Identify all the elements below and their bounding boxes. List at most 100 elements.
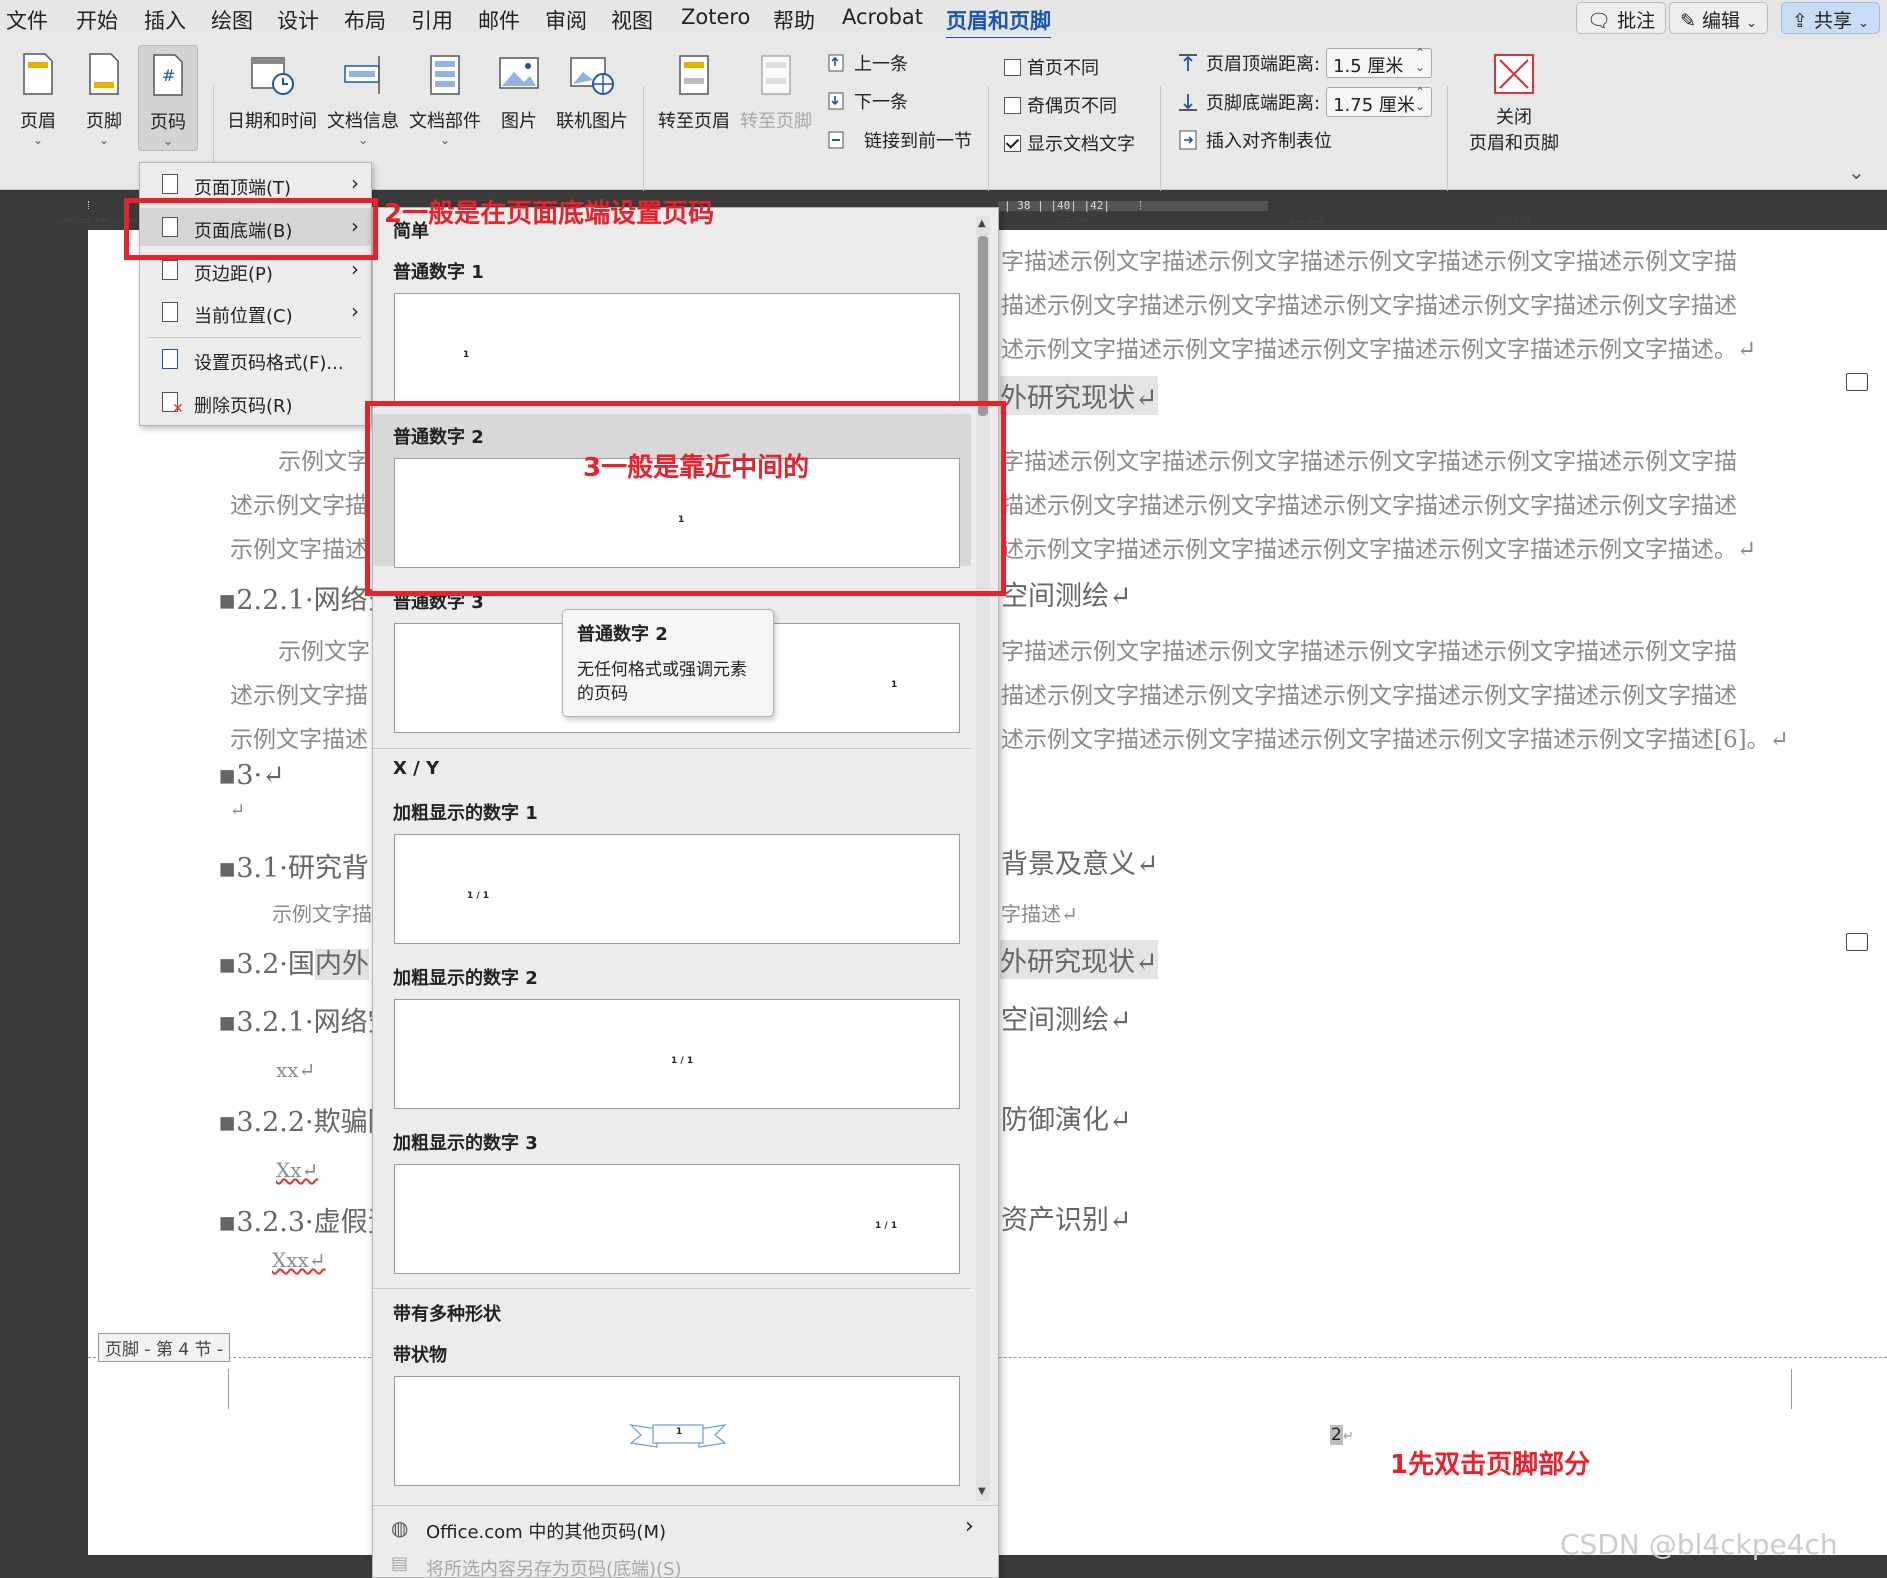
link-previous-label: 链接到前一节 <box>864 131 972 152</box>
gallery-item-bold-number-3[interactable]: 1 / 1 <box>394 1164 960 1274</box>
ribbon-collapse-chevron-icon[interactable]: ⌄ <box>1848 160 1865 184</box>
page-number-label: 页码 <box>150 112 186 133</box>
tab-insert[interactable]: 插入 <box>144 5 186 35</box>
heading-text: 空间测绘↵ <box>1001 1005 1132 1036</box>
body-text: 述示例文字描述示例文字描述示例文字描述示例文字描述示例文字描述。↵ <box>1001 337 1757 363</box>
chevron-right-icon: › <box>351 171 359 195</box>
edit-button[interactable]: ✎ 编辑 ⌄ <box>1669 2 1768 34</box>
close-header-footer-button[interactable]: 关闭 页眉和页脚 <box>1464 52 1564 155</box>
close-label-line2: 页眉和页脚 <box>1469 133 1559 154</box>
annotation-highlight-plain-number-2 <box>365 401 1006 596</box>
scroll-down-arrow-icon[interactable]: ▼ <box>978 1486 986 1497</box>
document-info-icon <box>344 56 380 94</box>
comment-icon: 🗨 <box>1587 10 1612 32</box>
current-position-icon <box>162 302 178 322</box>
insert-align-tab-button[interactable]: 插入对齐制表位 <box>1176 127 1332 153</box>
tab-draw[interactable]: 绘图 <box>211 5 253 35</box>
heading-text: 空间测绘↵ <box>1001 581 1132 612</box>
annotation-step-3: 3一般是靠近中间的 <box>583 453 810 483</box>
footer-distance-row: 页脚底端距离: 1.75 厘米 <box>1176 85 1433 117</box>
goto-footer-button: 转至页脚 <box>738 52 814 133</box>
menu-bar: 文件 开始 插入 绘图 设计 布局 引用 邮件 审阅 视图 Zotero 帮助 … <box>0 0 1887 40</box>
share-button[interactable]: ⇪ 共享 ⌄ <box>1781 2 1880 34</box>
comment-button[interactable]: 🗨 批注 <box>1576 2 1667 34</box>
tab-home[interactable]: 开始 <box>76 5 118 35</box>
save-gallery-icon: ▤ <box>391 1553 409 1574</box>
online-picture-button[interactable]: 联机图片 <box>554 52 630 133</box>
tab-mailings[interactable]: 邮件 <box>478 5 520 35</box>
tab-zotero[interactable]: Zotero <box>681 5 750 29</box>
page-number-icon: # <box>153 54 183 96</box>
chevron-down-icon: ⌄ <box>439 133 451 147</box>
gallery-item-bold-number-2[interactable]: 1 / 1 <box>394 999 960 1109</box>
show-doc-text-checkbox[interactable]: 显示文档文字 <box>1004 130 1135 156</box>
header-distance-icon <box>1179 54 1197 71</box>
gallery-divider <box>373 1288 971 1289</box>
save-selection-as-page-number: ▤ 将所选内容另存为页码(底端)(S) <box>391 1553 981 1578</box>
gallery-item-ribbon[interactable]: 1 <box>394 1376 960 1486</box>
header-label: 页眉 <box>20 111 56 132</box>
diff-first-page-checkbox[interactable]: 首页不同 <box>1004 54 1099 80</box>
body-text: 字描述↵ <box>1001 902 1078 926</box>
close-label-line1: 关闭 <box>1496 107 1532 128</box>
footer-section-tag: 页脚 - 第 4 节 - <box>98 1333 231 1362</box>
tab-file[interactable]: 文件 <box>6 5 48 35</box>
footer-margin-mark-right <box>1791 1369 1792 1409</box>
menu-item-label: 删除页码(R) <box>194 396 293 417</box>
next-label: 下一条 <box>854 92 908 113</box>
paragraph-mark: ↵ <box>1342 1429 1354 1444</box>
gallery-item-title: 加粗显示的数字 2 <box>393 968 538 989</box>
footer-page-number[interactable]: 2↵ <box>1330 1425 1354 1445</box>
tab-design[interactable]: 设计 <box>277 5 319 35</box>
scroll-up-arrow-icon[interactable]: ▲ <box>978 218 986 229</box>
gallery-item-plain-number-1[interactable]: 1 <box>394 293 960 403</box>
footer-button[interactable]: 页脚 ⌄ <box>84 52 124 147</box>
comment-label: 批注 <box>1617 10 1656 32</box>
heading-3-2-2: ▪3.2.2·欺骗防 <box>218 1107 395 1138</box>
menu-item-current-position[interactable]: 当前位置(C) › <box>140 293 371 331</box>
gallery-item-bold-number-1[interactable]: 1 / 1 <box>394 834 960 944</box>
tab-layout[interactable]: 布局 <box>344 5 386 35</box>
more-office-page-numbers[interactable]: ◍ Office.com 中的其他页码(M) › <box>391 1514 981 1548</box>
chevron-down-icon: ⌄ <box>98 133 110 147</box>
remove-x-icon: ✕ <box>172 401 184 417</box>
header-distance-label: 页眉顶端距离: <box>1206 54 1321 75</box>
tab-view[interactable]: 视图 <box>611 5 653 35</box>
comment-bubble-icon[interactable] <box>1846 373 1868 391</box>
tab-review[interactable]: 审阅 <box>545 5 587 35</box>
datetime-button[interactable]: 日期和时间 <box>226 52 318 133</box>
scrollbar-thumb[interactable] <box>978 236 988 416</box>
docinfo-button[interactable]: 文档信息 ⌄ <box>326 52 400 147</box>
footer-distance-input[interactable]: 1.75 厘米 <box>1326 85 1433 117</box>
header-distance-input[interactable]: 1.5 厘米 <box>1326 46 1433 78</box>
tab-help[interactable]: 帮助 <box>773 5 815 35</box>
tab-header-footer[interactable]: 页眉和页脚 <box>946 5 1051 40</box>
tab-acrobat[interactable]: Acrobat <box>842 5 923 29</box>
link-previous-button[interactable]: 链接到前一节 <box>826 127 972 153</box>
picture-button[interactable]: 图片 <box>494 52 544 133</box>
page-number-button[interactable]: # 页码 ⌄ <box>138 45 198 151</box>
insert-align-tab-label: 插入对齐制表位 <box>1206 131 1332 152</box>
datetime-label: 日期和时间 <box>227 111 317 132</box>
goto-header-button[interactable]: 转至页眉 <box>656 52 732 133</box>
heading-text: 外研究现状↵ <box>1000 940 1158 979</box>
more-office-label: Office.com 中的其他页码(M) <box>426 1522 667 1543</box>
heading-3-2-3: ▪3.2.3·虚假资 <box>218 1207 395 1238</box>
docparts-button[interactable]: 文档部件 ⌄ <box>408 52 482 147</box>
heading-text: 3.2.1·网络空 <box>236 1007 395 1038</box>
menu-item-remove-page-numbers[interactable]: ✕ 删除页码(R) <box>140 383 371 421</box>
chevron-right-icon: › <box>965 1514 974 1539</box>
comment-bubble-icon[interactable] <box>1846 933 1868 951</box>
gallery-section-shapes: 带有多种形状 <box>393 1304 501 1325</box>
prev-button[interactable]: 上一条 <box>826 50 908 76</box>
picture-label: 图片 <box>501 111 537 132</box>
next-button[interactable]: 下一条 <box>826 88 908 114</box>
header-button[interactable]: 页眉 ⌄ <box>18 52 58 147</box>
heading-3-2-1: ▪3.2.1·网络空 <box>218 1007 395 1038</box>
diff-odd-even-checkbox[interactable]: 奇偶页不同 <box>1004 92 1117 118</box>
save-selection-label: 将所选内容另存为页码(底端)(S) <box>426 1559 682 1578</box>
tab-references[interactable]: 引用 <box>411 5 453 35</box>
menu-item-format-page-numbers[interactable]: 设置页码格式(F)... <box>140 340 371 378</box>
page-margin-icon <box>162 260 178 280</box>
heading-text: 3.2.2·欺骗防 <box>236 1107 395 1138</box>
